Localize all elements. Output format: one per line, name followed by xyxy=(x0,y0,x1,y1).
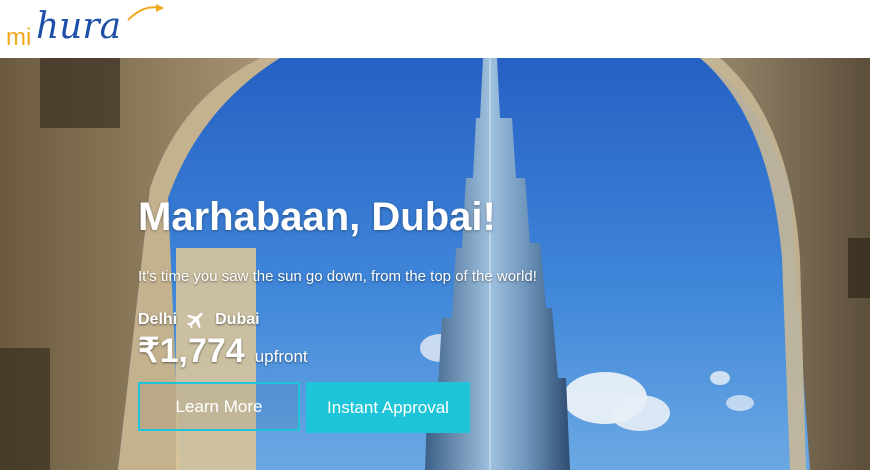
logo-hura-text: hura xyxy=(36,6,122,47)
logo-plane-swoosh-icon xyxy=(127,4,164,21)
hero-subline: It's time you saw the sun go down, from … xyxy=(138,268,537,285)
logo-mi-text: mi xyxy=(6,24,32,51)
price-block: ₹1,774 upfront xyxy=(138,331,308,371)
instant-approval-button[interactable]: Instant Approval xyxy=(306,382,470,433)
mihura-logo[interactable]: mi hura xyxy=(6,0,166,58)
hero-headline: Marhabaan, Dubai! xyxy=(138,195,496,239)
learn-more-button[interactable]: Learn More xyxy=(138,382,300,431)
airplane-icon xyxy=(187,312,203,329)
site-header: mi hura xyxy=(0,0,870,58)
price-amount: ₹1,774 xyxy=(138,332,245,370)
price-suffix: upfront xyxy=(254,347,308,366)
flight-route: Delhi Dubai xyxy=(138,309,260,331)
hero-banner: Marhabaan, Dubai! It's time you saw the … xyxy=(0,58,870,470)
route-origin: Delhi xyxy=(138,311,178,328)
route-destination: Dubai xyxy=(215,311,260,328)
